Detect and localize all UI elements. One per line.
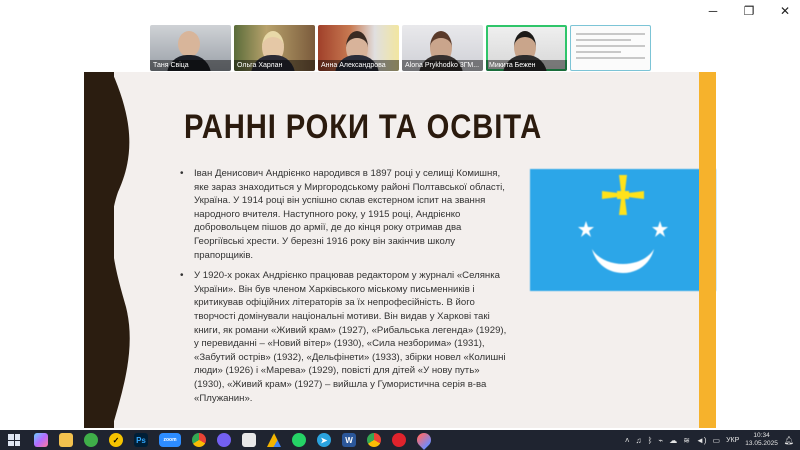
shared-slide: РАННІ РОКИ ТА ОСВІТА Іван Денисович Андр… bbox=[84, 72, 716, 428]
participant-tile-active-speaker[interactable]: Микита Бежен bbox=[486, 25, 567, 71]
language-indicator[interactable]: УКР bbox=[726, 437, 739, 444]
cloud-icon[interactable]: ☁ bbox=[669, 436, 677, 445]
notification-bell-icon[interactable]: 🔔︎ bbox=[784, 436, 794, 445]
clock-time: 10:34 bbox=[753, 432, 770, 439]
word-icon[interactable]: W bbox=[342, 433, 356, 447]
doc-line bbox=[576, 39, 631, 41]
chrome-alt-icon[interactable] bbox=[367, 433, 381, 447]
coat-of-arms-flag bbox=[530, 169, 716, 291]
cross-icon bbox=[602, 175, 644, 215]
participant-name: Ольга Харлан bbox=[234, 60, 315, 71]
doc-line bbox=[576, 51, 621, 53]
usb-icon[interactable]: ⌁ bbox=[658, 436, 663, 445]
chrome-icon[interactable] bbox=[192, 433, 206, 447]
minimize-icon[interactable]: ─ bbox=[706, 4, 720, 18]
participant-tile[interactable]: Анна Александрова bbox=[318, 25, 399, 71]
slide-bullet-list: Іван Денисович Андрієнко народився в 189… bbox=[180, 167, 510, 412]
droplet-icon[interactable] bbox=[414, 430, 434, 450]
whatsapp-icon[interactable] bbox=[292, 433, 306, 447]
slide-right-band bbox=[699, 72, 716, 428]
participant-tile[interactable]: Alona Prykhodko 3ГМ... bbox=[402, 25, 483, 71]
copilot-icon[interactable] bbox=[34, 433, 48, 447]
green-app-icon[interactable] bbox=[84, 433, 98, 447]
start-icon[interactable] bbox=[8, 434, 20, 446]
wifi-icon[interactable]: ≋ bbox=[683, 436, 690, 445]
window-controls: ─ ❐ ✕ bbox=[706, 4, 792, 18]
system-tray: ˄ ♫ ᛒ ⌁ ☁ ≋ ◄) ▭ УКР 10:34 13.05.2025 🔔︎ bbox=[625, 430, 794, 450]
norton-icon[interactable]: ✓ bbox=[109, 433, 123, 447]
participant-name: Анна Александрова bbox=[318, 60, 399, 71]
volume-icon[interactable]: ◄) bbox=[696, 436, 707, 445]
participant-name: Таня Свіца bbox=[150, 60, 231, 71]
chevron-up-icon[interactable]: ˄ bbox=[625, 436, 630, 445]
battery-icon[interactable]: ▭ bbox=[713, 436, 721, 445]
participant-name: Alona Prykhodko 3ГМ... bbox=[402, 60, 483, 71]
participant-tile[interactable]: Таня Свіца bbox=[150, 25, 231, 71]
google-drive-icon[interactable] bbox=[267, 433, 281, 447]
clock-date: 13.05.2025 bbox=[745, 440, 778, 447]
slide-wave-edge bbox=[112, 72, 130, 428]
files-icon[interactable] bbox=[242, 433, 256, 447]
participant-strip: Таня Свіца Ольга Харлан Анна Александров… bbox=[150, 25, 651, 71]
slide-canvas: РАННІ РОКИ ТА ОСВІТА Іван Денисович Андр… bbox=[112, 72, 716, 428]
bluetooth-icon[interactable]: ᛒ bbox=[648, 436, 653, 445]
restore-icon[interactable]: ❐ bbox=[742, 4, 756, 18]
doc-line bbox=[576, 45, 645, 47]
flag-emblem bbox=[578, 175, 668, 273]
doc-line bbox=[576, 57, 645, 59]
shared-screen-thumbnail[interactable] bbox=[570, 25, 651, 71]
clock[interactable]: 10:34 13.05.2025 bbox=[745, 432, 778, 448]
telegram-icon[interactable]: ➤ bbox=[317, 433, 331, 447]
participant-face bbox=[178, 31, 200, 57]
participant-tile[interactable]: Ольга Харлан bbox=[234, 25, 315, 71]
zoom-icon[interactable]: zoom bbox=[159, 433, 181, 447]
slide-title: РАННІ РОКИ ТА ОСВІТА bbox=[184, 108, 543, 146]
viber-icon[interactable] bbox=[217, 433, 231, 447]
taskbar: ✓ Ps zoom ➤ W ˄ ♫ ᛒ ⌁ ☁ ≋ ◄) ▭ УКР 10:34… bbox=[0, 430, 800, 450]
slide-bullet: У 1920-х роках Андрієнко працював редакт… bbox=[180, 269, 510, 405]
slide-bullet: Іван Денисович Андрієнко народився в 189… bbox=[180, 167, 510, 262]
doc-line bbox=[576, 33, 645, 35]
crescent-icon bbox=[592, 249, 654, 273]
photoshop-icon[interactable]: Ps bbox=[134, 433, 148, 447]
file-explorer-icon[interactable] bbox=[59, 433, 73, 447]
headset-icon[interactable]: ♫ bbox=[636, 436, 642, 445]
close-icon[interactable]: ✕ bbox=[778, 4, 792, 18]
star-icon bbox=[578, 221, 668, 237]
recorder-icon[interactable] bbox=[392, 433, 406, 447]
participant-name: Микита Бежен bbox=[486, 60, 567, 71]
